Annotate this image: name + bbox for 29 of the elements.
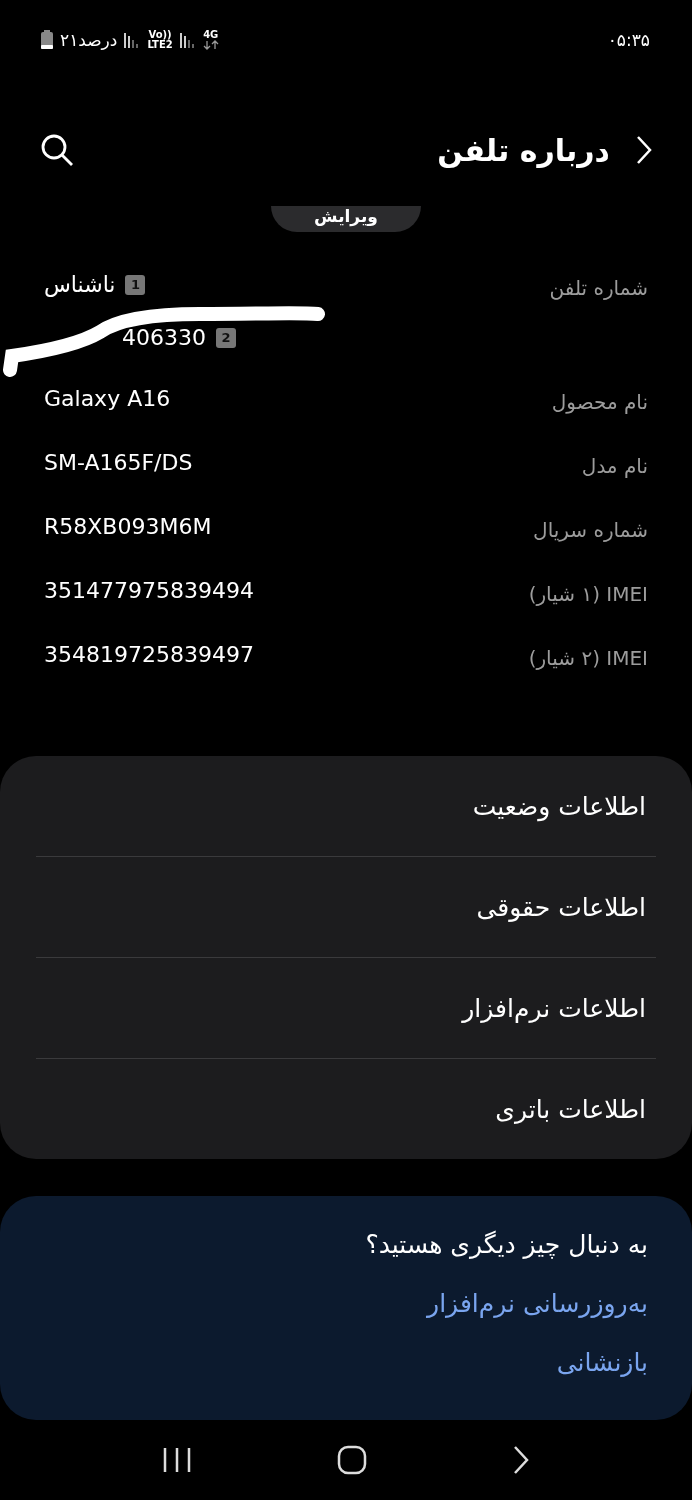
sim-badge: 2 [216,327,236,348]
info-value: 354819725839497 [44,642,254,667]
lte-label: LTE2 [147,40,173,50]
menu-item[interactable]: اطلاعات وضعیت [36,756,656,857]
phone-number: ناشناس [44,272,116,297]
phone-number: 406330 [122,325,206,350]
info-value: 351477975839494 [44,578,254,603]
info-label: IMEI (۱ شیار) [528,581,648,606]
info-label: شماره سریال [533,517,648,542]
battery-percent: ۲۱درصد [60,30,118,50]
info-label: نام مدل [581,453,648,478]
info-value: R58XB093M6M [44,514,212,539]
suggestion-link[interactable]: به‌روزرسانی نرم‌افزار [427,1289,648,1318]
info-label: نام محصول [551,389,648,414]
sim-badge: 1 [125,274,146,295]
menu-item[interactable]: اطلاعات باتری [36,1059,656,1159]
info-label: IMEI (۲ شیار) [528,645,648,670]
edit-button[interactable]: ویرایش [271,206,421,232]
clock: ۰۵:۳۵ [607,30,650,50]
volte-label: Vo)) [148,30,172,40]
info-label: شماره تلفن [549,275,648,300]
info-value: Galaxy A16 [44,386,171,411]
suggestion-link[interactable]: بازنشانی [556,1348,648,1377]
page-title: درباره تلفن [437,132,610,168]
menu-item[interactable]: اطلاعات نرم‌افزار [36,958,656,1059]
suggestions-title: به دنبال چیز دیگری هستید؟ [364,1230,648,1259]
network-label: 4G [203,30,219,40]
info-value: SM-A165F/DS [44,450,193,475]
menu-item[interactable]: اطلاعات حقوقی [36,857,656,958]
